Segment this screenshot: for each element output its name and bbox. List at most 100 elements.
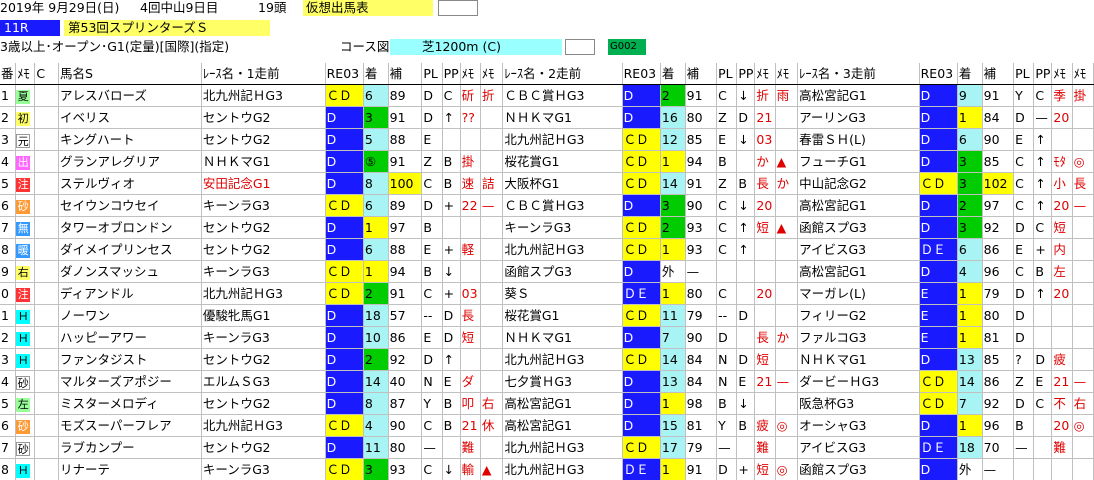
race-2-rating: — (685, 260, 718, 283)
race-3-name: 高松宮記G1 (797, 84, 920, 107)
table-row[interactable]: 4 砂マルターズアポジー エルムＳG3 D 14 40 N E ダ七夕賞ＨG3 D 13 84 N E 21… (0, 370, 1094, 393)
table-row[interactable]: 2 初イベリス セントウG2 D 3 91 D ↑?? ＮＨＫマG1 D 16 80 Z D 21 アーリンG… (0, 106, 1094, 129)
column-header[interactable]: C (34, 63, 59, 85)
race-2-rating: 84 (685, 370, 718, 393)
table-row[interactable]: 8 Ｈ リナーテ キーンラG3 ＣＤ 3 93 C ↓ 輸 ▲ 北九州記ＨG3 ＤＥ 1 91 D + 短 ◎ 函館ス… (0, 458, 1094, 480)
table-row[interactable]: 3 Ｈ ファンタジスト セントウG2 D 2 92 D ↑ 北九州記ＨG3 ＣＤ 14 84 N D 短 ＮＨＫ… (0, 348, 1094, 371)
column-header[interactable]: ﾒﾓ (1051, 63, 1073, 85)
horse-name: ラブカンプー (58, 436, 202, 459)
horse-name: ステルヴィオ (58, 172, 202, 195)
race-2-memo1: 折 (754, 84, 776, 107)
table-row[interactable]: 5 注ステルヴィオ 安田記念G1 D 8 100 C B 速詰大阪杯G1 ＣＤ 14 91 Z B 長か中山… (0, 172, 1094, 195)
column-header[interactable]: 着 (363, 63, 389, 85)
race-2-memo1: 20 (754, 282, 776, 305)
race-3-memo1: 短 (1051, 216, 1073, 239)
race-3-name: アイビスG3 (797, 238, 920, 261)
race-3-re03: D (919, 106, 958, 129)
race-2-name: 桜花賞G1 (502, 304, 623, 327)
column-header[interactable]: PP (442, 63, 461, 85)
table-row[interactable]: 6 砂セイウンコウセイ キーンラG3 ＣＤ 6 89 D +22— ＣＢＣ賞ＨG3 D 3 90 C ↓ 2… (0, 194, 1094, 217)
table-row[interactable]: 3 元キングハート セントウG2 D 5 88 E 北九州記ＨG3 ＣＤ 12 85 E ↓ 03 春雷ＳＨ… (0, 128, 1094, 151)
column-header[interactable]: RE03 (919, 63, 958, 85)
race-3-name: 函館スプG3 (797, 216, 920, 239)
table-row[interactable]: 4 出グランアレグリア ＮＨＫマG1 D ⑤ 91 Z B 掛桜花賞G1 ＣＤ 1 94 B か ▲ フューチ… (0, 150, 1094, 173)
column-header[interactable]: 番 (0, 63, 17, 85)
course-label: コース図 (340, 39, 390, 54)
race-1-name: 優駿牝馬G1 (201, 304, 326, 327)
race-3-rating: 70 (982, 436, 1015, 459)
race-1-place: 2 (363, 348, 389, 371)
race-2-memo2: ▲ (775, 216, 799, 239)
column-header[interactable]: 補 (388, 63, 423, 85)
column-header[interactable]: ﾒﾓ (1072, 63, 1094, 85)
race-2-name: ＣＢＣ賞ＨG3 (502, 84, 623, 107)
race-2-rating: 93 (685, 216, 718, 239)
column-header[interactable]: ﾒﾓ (480, 63, 504, 85)
mark-cell: Ｈ (15, 304, 36, 327)
race-3-memo1: 小 (1051, 172, 1073, 195)
column-header[interactable]: 着 (660, 63, 686, 85)
table-row[interactable]: 8 暖ダイメイプリンセス セントウG2 D 6 88 E + 軽北九州記ＨG3 ＣＤ 1 93 C ↑ アイ… (0, 238, 1094, 261)
column-header[interactable]: PL (1013, 63, 1035, 85)
table-row[interactable]: 7 無タワーオブロンドン セントウG2 D 1 97 B キーンラG3 ＣＤ 2 93 C ↑ 短 ▲ 函館ス… (0, 216, 1094, 239)
column-header[interactable]: 馬名S (58, 63, 202, 85)
table-row[interactable]: 6 砂モズスーパーフレア 北九州記ＨG3 ＣＤ 4 90 C B 21 休高松宮記G1 D 15 81 Y… (0, 414, 1094, 437)
column-header[interactable]: PP (736, 63, 756, 85)
race-2-re03: ＣＤ (622, 238, 661, 261)
race-1-pp: B (442, 150, 461, 173)
table-row[interactable]: 5 左ミスターメロディ セントウG2 D 8 87 Y B 叩右高松宮記G1 D 1 98 B ↓ 阪急杯G… (0, 392, 1094, 415)
mark-badge: 注 (16, 177, 31, 192)
column-header[interactable]: ﾒﾓ (15, 63, 36, 85)
race-1-memo1: 難 (460, 436, 481, 459)
column-header[interactable]: ﾚｰｽ名・1走前 (201, 63, 326, 85)
column-header[interactable]: RE03 (622, 63, 661, 85)
race-1-place: 3 (363, 106, 389, 129)
race-1-memo1: ダ (460, 370, 481, 393)
column-header[interactable]: ﾒﾓ (460, 63, 481, 85)
race-1-memo2 (480, 216, 504, 239)
column-header[interactable]: ﾒﾓ (754, 63, 776, 85)
race-1-memo2 (480, 326, 504, 349)
column-header[interactable]: 補 (982, 63, 1015, 85)
race-1-memo1: 長 (460, 304, 481, 327)
race-2-pp: B (736, 414, 756, 437)
table-row[interactable]: 7 砂ラブカンプー セントウG2 D 11 80— 難北九州記ＨG3 ＣＤ 17 79— 難アイビス… (0, 436, 1094, 459)
race-2-memo1: か (754, 150, 776, 173)
column-header[interactable]: ﾚｰｽ名・2走前 (502, 63, 623, 85)
race-1-memo1: 速 (460, 172, 481, 195)
race-2-memo1: 21 (754, 370, 776, 393)
column-header[interactable]: ﾚｰｽ名・3走前 (797, 63, 920, 85)
mark-badge: 元 (16, 133, 31, 148)
table-row[interactable]: 0 注ディアンドル 北九州記ＨG3 ＣＤ 2 91 C +03 葵Ｓ ＤＥ 1 80 C 20 マーガレ(L… (0, 282, 1094, 305)
table-row[interactable]: 1 Ｈ ノーワン 優駿牝馬G1 D 18 57 -- D 長桜花賞G1 ＣＤ 11 79 -- D フィリーG… (0, 304, 1094, 327)
column-header[interactable]: PL (421, 63, 443, 85)
course-extra-box[interactable] (565, 39, 595, 55)
column-header[interactable]: PL (716, 63, 738, 85)
table-row[interactable]: 1 夏アレスバローズ 北九州記ＨG3 ＣＤ 6 89 D C 斫折 ＣＢＣ賞ＨG3 D 2 91 C ↓ 折雨… (0, 84, 1094, 107)
course-field[interactable]: 芝1200m (C) (390, 39, 562, 55)
race-3-pp: + (1033, 238, 1053, 261)
race-3-memo2: 右 (1072, 392, 1094, 415)
race-2-name: 北九州記ＨG3 (502, 458, 623, 480)
race-1-memo1: 叩 (460, 392, 481, 415)
race-3-memo1 (1051, 326, 1073, 349)
race-2-place: 1 (660, 238, 686, 261)
column-header[interactable]: RE03 (325, 63, 364, 85)
column-header[interactable]: 着 (957, 63, 983, 85)
race-2-memo1 (754, 238, 776, 261)
table-row[interactable]: 2 Ｈ ハッピーアワー キーンラG3 D 10 86 E D 短 ＮＨＫマG1 D 7 90 D 長かファルコ… (0, 326, 1094, 349)
race-1-pp: ↑ (442, 106, 461, 129)
race-3-place: 4 (957, 260, 983, 283)
race-1-re03: D (325, 172, 364, 195)
status-box[interactable] (438, 0, 478, 16)
race-1-memo1: 03 (460, 282, 481, 305)
runners-table: 番ﾒﾓ C 馬名S ﾚｰｽ名・1走前 RE03 着補 PL PP ﾒﾓ ﾒﾓ ﾚｰｽ名・2走前 RE0… (0, 63, 1094, 480)
column-header[interactable]: 補 (685, 63, 718, 85)
table-row[interactable]: 9 右ダノンスマッシュ キーンラG3 ＣＤ 1 94 B ↓ 函館スプG3 D 外 — 高松宮記G1 D 4… (0, 260, 1094, 283)
race-1-place: 4 (363, 414, 389, 437)
race-1-pp: ↓ (442, 260, 461, 283)
column-header[interactable]: PP (1033, 63, 1053, 85)
race-1-pp: B (442, 172, 461, 195)
column-header[interactable]: ﾒﾓ (775, 63, 799, 85)
race-2-re03: D (622, 414, 661, 437)
